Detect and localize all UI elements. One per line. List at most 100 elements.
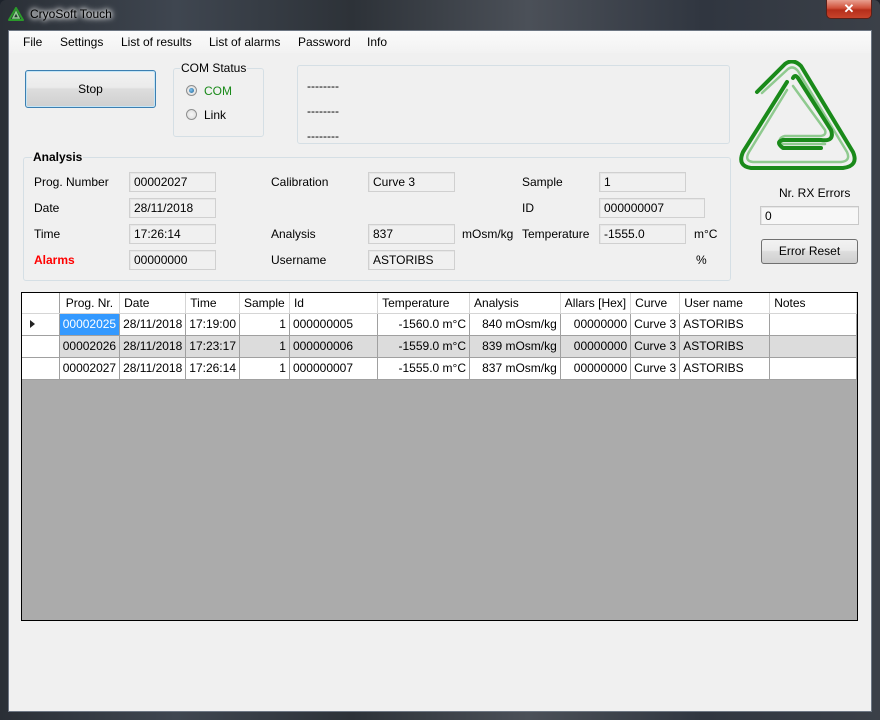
menu-password[interactable]: Password [298,35,351,49]
prog-number-field: 00002027 [129,172,216,192]
temperature-label: Temperature [522,227,590,241]
sample-field: 1 [599,172,686,192]
prog-number-label: Prog. Number [34,175,109,189]
column-header-alarms-hex[interactable]: Allars [Hex] [560,293,632,314]
company-logo-icon [739,60,857,170]
menu-settings[interactable]: Settings [60,35,103,49]
cell-prog-nr[interactable]: 00002026 [59,335,121,358]
table-row[interactable]: 00002026 28/11/2018 17:23:17 1 000000006 -155… [22,335,857,358]
cell-curve[interactable]: Curve 3 [630,313,681,336]
cell-alarms-hex[interactable]: 00000000 [560,335,632,358]
radio-com-label[interactable]: COM [204,84,232,98]
cell-sample[interactable]: 1 [239,357,290,380]
temperature-unit: m°C [694,227,718,241]
column-header-analysis[interactable]: Analysis [469,293,561,314]
cell-notes[interactable] [769,313,857,336]
row-header-corner [22,293,60,314]
table-header-row: Prog. Nr. Date Time Sample Id Temperatur… [22,293,857,314]
title-bar[interactable]: CryoSoft Touch ✕ [0,0,880,30]
username-label: Username [271,253,327,267]
cell-analysis[interactable]: 837 mOsm/kg [469,357,561,380]
menu-list-of-results[interactable]: List of results [121,35,192,49]
menu-file[interactable]: File [23,35,42,49]
radio-link-label[interactable]: Link [204,108,226,122]
radio-com-button[interactable] [186,85,197,96]
status-messages-panel: -------- -------- -------- [297,65,730,144]
username-field: ASTORIBS [368,250,455,270]
row-header[interactable] [22,335,60,358]
sample-label: Sample [522,175,563,189]
cell-alarms-hex[interactable]: 00000000 [560,313,632,336]
menu-list-of-alarms[interactable]: List of alarms [209,35,280,49]
time-label: Time [34,227,61,241]
alarms-label: Alarms [34,253,75,267]
column-header-date[interactable]: Date [119,293,187,314]
cell-notes[interactable] [769,335,857,358]
results-table: Prog. Nr. Date Time Sample Id Temperatur… [22,293,857,380]
cell-analysis[interactable]: 839 mOsm/kg [469,335,561,358]
date-field: 28/11/2018 [129,198,216,218]
stop-button[interactable]: Stop [25,70,156,108]
table-row[interactable]: 00002027 28/11/2018 17:26:14 1 000000007 -155… [22,357,857,380]
rx-errors-field[interactable]: 0 [760,206,859,225]
row-header[interactable] [22,357,60,380]
cell-alarms-hex[interactable]: 00000000 [560,357,632,380]
app-logo-icon [8,7,24,21]
cell-user-name[interactable]: ASTORIBS [679,357,771,380]
analysis-field: 837 [368,224,455,244]
column-header-temperature[interactable]: Temperature [377,293,471,314]
cell-prog-nr[interactable]: 00002027 [59,357,121,380]
column-header-sample[interactable]: Sample [239,293,290,314]
cell-sample[interactable]: 1 [239,335,290,358]
time-field: 17:26:14 [129,224,216,244]
id-label: ID [522,201,534,215]
cell-time[interactable]: 17:19:00 [185,313,240,336]
cell-prog-nr[interactable]: 00002025 [59,313,121,336]
cell-sample[interactable]: 1 [239,313,290,336]
cell-notes[interactable] [769,357,857,380]
cell-user-name[interactable]: ASTORIBS [679,335,771,358]
calibration-label: Calibration [271,175,329,189]
cell-temperature[interactable]: -1559.0 m°C [377,335,471,358]
cell-temperature[interactable]: -1560.0 m°C [377,313,471,336]
cell-curve[interactable]: Curve 3 [630,335,681,358]
cell-id[interactable]: 000000007 [289,357,379,380]
cell-temperature[interactable]: -1555.0 m°C [377,357,471,380]
cell-date[interactable]: 28/11/2018 [119,313,187,336]
cell-id[interactable]: 000000006 [289,335,379,358]
column-header-user-name[interactable]: User name [679,293,771,314]
cell-analysis[interactable]: 840 mOsm/kg [469,313,561,336]
cell-date[interactable]: 28/11/2018 [119,335,187,358]
temperature-field: -1555.0 [599,224,686,244]
radio-link-button[interactable] [186,109,197,120]
menu-bar: File Settings List of results List of al… [9,31,871,53]
column-header-prog-nr[interactable]: Prog. Nr. [59,293,121,314]
column-header-curve[interactable]: Curve [630,293,681,314]
column-header-id[interactable]: Id [289,293,379,314]
analysis-title: Analysis [32,150,84,164]
results-grid[interactable]: Prog. Nr. Date Time Sample Id Temperatur… [21,292,858,621]
menu-info[interactable]: Info [367,35,387,49]
cell-user-name[interactable]: ASTORIBS [679,313,771,336]
analysis-label: Analysis [271,227,316,241]
com-status-group: COM Status COM Link [173,61,264,137]
alarms-field: 00000000 [129,250,216,270]
cell-id[interactable]: 000000005 [289,313,379,336]
percent-unit: % [696,253,707,267]
close-button[interactable]: ✕ [826,0,872,19]
application-window: CryoSoft Touch ✕ File Settings List of r… [0,0,880,720]
error-reset-button[interactable]: Error Reset [761,239,858,264]
table-row[interactable]: 00002025 28/11/2018 17:19:00 1 000000005 -156… [22,313,857,336]
row-header[interactable] [22,313,60,336]
cell-date[interactable]: 28/11/2018 [119,357,187,380]
calibration-field: Curve 3 [368,172,455,192]
cell-time[interactable]: 17:23:17 [185,335,240,358]
column-header-notes[interactable]: Notes [769,293,857,314]
rx-errors-label: Nr. RX Errors [779,186,851,200]
status-line-1: -------- [307,79,339,93]
column-header-time[interactable]: Time [185,293,240,314]
cell-curve[interactable]: Curve 3 [630,357,681,380]
id-field: 000000007 [599,198,705,218]
cell-time[interactable]: 17:26:14 [185,357,240,380]
analysis-group: Analysis Prog. Number 00002027 Date 28/1… [23,150,731,281]
